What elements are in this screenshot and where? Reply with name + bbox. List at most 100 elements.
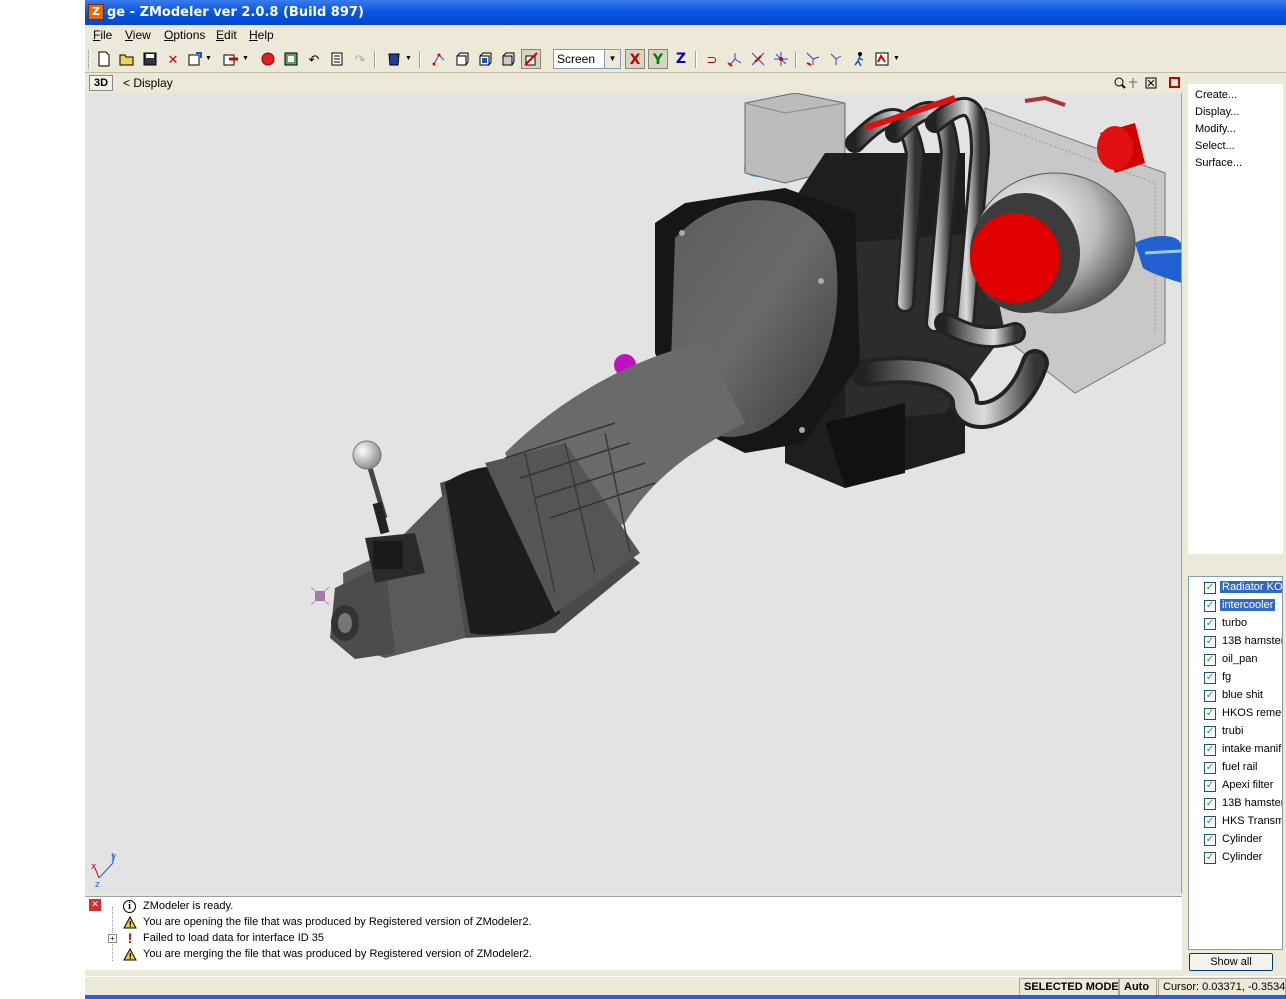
- object-list-item[interactable]: ✓ Cylinder: [1189, 831, 1282, 849]
- object-list-item[interactable]: ✓ fuel rail: [1189, 759, 1282, 777]
- snap-axis-icon[interactable]: [748, 49, 768, 69]
- axis-x-toggle[interactable]: X: [625, 49, 645, 69]
- visibility-checkbox[interactable]: ✓: [1204, 798, 1216, 810]
- toolbar-separator: [374, 51, 376, 68]
- object-list-item[interactable]: ✓ 13B hamster: [1189, 633, 1282, 651]
- snap-grid-icon[interactable]: [725, 49, 745, 69]
- object-list-item[interactable]: ✓ intake manif: [1189, 741, 1282, 759]
- command-side-panel: Create... Display... Modify... Select...…: [1184, 73, 1286, 978]
- viewport-maximize-icon[interactable]: [1169, 77, 1180, 88]
- visibility-checkbox[interactable]: ✓: [1204, 762, 1216, 774]
- animation-icon[interactable]: [872, 49, 892, 69]
- object-list-item[interactable]: ✓ HKS Transmi: [1189, 813, 1282, 831]
- object-list-item[interactable]: ✓ intercooler: [1189, 597, 1282, 615]
- redo-icon[interactable]: ↷: [350, 49, 370, 69]
- menu-options[interactable]: Options: [164, 28, 205, 42]
- export-dropdown-icon[interactable]: ▼: [242, 55, 249, 62]
- axis-z-toggle[interactable]: Z: [671, 49, 691, 69]
- animation-dropdown-icon[interactable]: ▼: [893, 55, 900, 62]
- svg-text:z: z: [95, 880, 100, 890]
- display-command[interactable]: Display...: [1195, 106, 1239, 118]
- visibility-checkbox[interactable]: ✓: [1204, 672, 1216, 684]
- new-file-icon[interactable]: [94, 49, 114, 69]
- object-name-label: fg: [1222, 671, 1232, 683]
- visibility-checkbox[interactable]: ✓: [1204, 600, 1216, 612]
- visibility-checkbox[interactable]: ✓: [1204, 726, 1216, 738]
- object-list-item[interactable]: ✓ fg: [1189, 669, 1282, 687]
- modify-command[interactable]: Modify...: [1195, 123, 1236, 135]
- app-logo-icon[interactable]: Z: [88, 4, 104, 20]
- render-sphere-icon[interactable]: [258, 49, 278, 69]
- expand-plus-icon[interactable]: +: [108, 934, 117, 943]
- object-list-item[interactable]: ✓ Apexi filter: [1189, 777, 1282, 795]
- object-list-item[interactable]: ✓ trubi: [1189, 723, 1282, 741]
- viewport-zoom-pan-icons[interactable]: [1113, 76, 1161, 93]
- coordinate-system-select[interactable]: Screen ▼: [553, 49, 621, 69]
- object-name-label: HKOS reme6: [1222, 707, 1283, 719]
- main-toolbar: ✕ ▼ ▼ ↶ ↷ ▼ Screen ▼ X Y Z ⊃ ▼: [85, 46, 1286, 73]
- toolbar-separator: [695, 51, 697, 68]
- undo-icon[interactable]: ↶: [304, 49, 324, 69]
- create-command[interactable]: Create...: [1195, 89, 1237, 101]
- object-list-item[interactable]: ✓ HKOS reme6: [1189, 705, 1283, 723]
- surface-command[interactable]: Surface...: [1195, 157, 1242, 169]
- visibility-checkbox[interactable]: ✓: [1204, 780, 1216, 792]
- hierarchy-link-icon[interactable]: [803, 49, 823, 69]
- properties-icon[interactable]: [327, 49, 347, 69]
- magnet-snap-icon[interactable]: ⊃: [702, 49, 722, 69]
- object-list-item[interactable]: ✓ blue shit: [1189, 687, 1282, 705]
- material-dropdown-icon[interactable]: ▼: [405, 55, 412, 62]
- menu-file[interactable]: File: [93, 28, 112, 42]
- command-menu: Create... Display... Modify... Select...…: [1188, 84, 1283, 554]
- snap-angle-icon[interactable]: [771, 49, 791, 69]
- gear-shifter-model[interactable]: [352, 440, 425, 583]
- visibility-checkbox[interactable]: ✓: [1204, 582, 1216, 594]
- close-log-icon[interactable]: ✕: [89, 899, 101, 911]
- import-icon[interactable]: [185, 49, 205, 69]
- menu-edit[interactable]: Edit: [216, 28, 237, 42]
- visibility-checkbox[interactable]: ✓: [1204, 618, 1216, 630]
- menu-help[interactable]: Help: [249, 28, 274, 42]
- axis-y-toggle[interactable]: Y: [648, 49, 668, 69]
- menu-bar: File View Options Edit Help: [85, 25, 1286, 46]
- svg-text:x: x: [91, 862, 97, 872]
- select-face-icon[interactable]: [452, 49, 472, 69]
- 3d-viewport[interactable]: y x z: [85, 93, 1182, 893]
- walk-figure-icon[interactable]: [849, 49, 869, 69]
- title-bar[interactable]: Z ge - ZModeler ver 2.0.8 (Build 897): [85, 0, 1286, 25]
- object-list-item[interactable]: ✓ oil_pan: [1189, 651, 1282, 669]
- hierarchy-unlink-icon[interactable]: [826, 49, 846, 69]
- visibility-checkbox[interactable]: ✓: [1204, 834, 1216, 846]
- menu-view[interactable]: View: [125, 28, 151, 42]
- open-folder-icon[interactable]: [117, 49, 137, 69]
- visibility-checkbox[interactable]: ✓: [1204, 636, 1216, 648]
- select-box-icon[interactable]: [498, 49, 518, 69]
- export-icon[interactable]: [221, 49, 241, 69]
- visibility-checkbox[interactable]: ✓: [1204, 744, 1216, 756]
- select-vertex-icon[interactable]: [429, 49, 449, 69]
- toolbar-grip[interactable]: [88, 50, 91, 69]
- visibility-checkbox[interactable]: ✓: [1204, 816, 1216, 828]
- visibility-checkbox[interactable]: ✓: [1204, 690, 1216, 702]
- visibility-checkbox[interactable]: ✓: [1204, 852, 1216, 864]
- visibility-checkbox[interactable]: ✓: [1204, 708, 1216, 720]
- object-list-item[interactable]: ✓ Radiator KO: [1189, 579, 1282, 597]
- select-object-icon[interactable]: [475, 49, 495, 69]
- close-file-icon[interactable]: ✕: [163, 49, 183, 69]
- visibility-checkbox[interactable]: ✓: [1204, 654, 1216, 666]
- object-list[interactable]: ✓ Radiator KO ✓ intercooler ✓ turbo ✓ 13B hamst…: [1188, 576, 1283, 950]
- object-list-item[interactable]: ✓ Cylinder: [1189, 849, 1282, 867]
- save-disk-icon[interactable]: [140, 49, 160, 69]
- material-bucket-icon[interactable]: [384, 49, 404, 69]
- transmission-tail-model[interactable]: [330, 343, 745, 659]
- texture-icon[interactable]: [281, 49, 301, 69]
- import-dropdown-icon[interactable]: ▼: [205, 55, 212, 62]
- select-command[interactable]: Select...: [1195, 140, 1235, 152]
- object-list-item[interactable]: ✓ turbo: [1189, 615, 1282, 633]
- display-breadcrumb[interactable]: < Display: [123, 76, 173, 90]
- viewport-type-button[interactable]: 3D: [89, 75, 113, 91]
- select-hidden-icon[interactable]: [521, 49, 541, 69]
- show-all-button[interactable]: Show all: [1189, 953, 1273, 971]
- chevron-down-icon[interactable]: ▼: [604, 50, 620, 68]
- object-list-item[interactable]: ✓ 13B hamster: [1189, 795, 1282, 813]
